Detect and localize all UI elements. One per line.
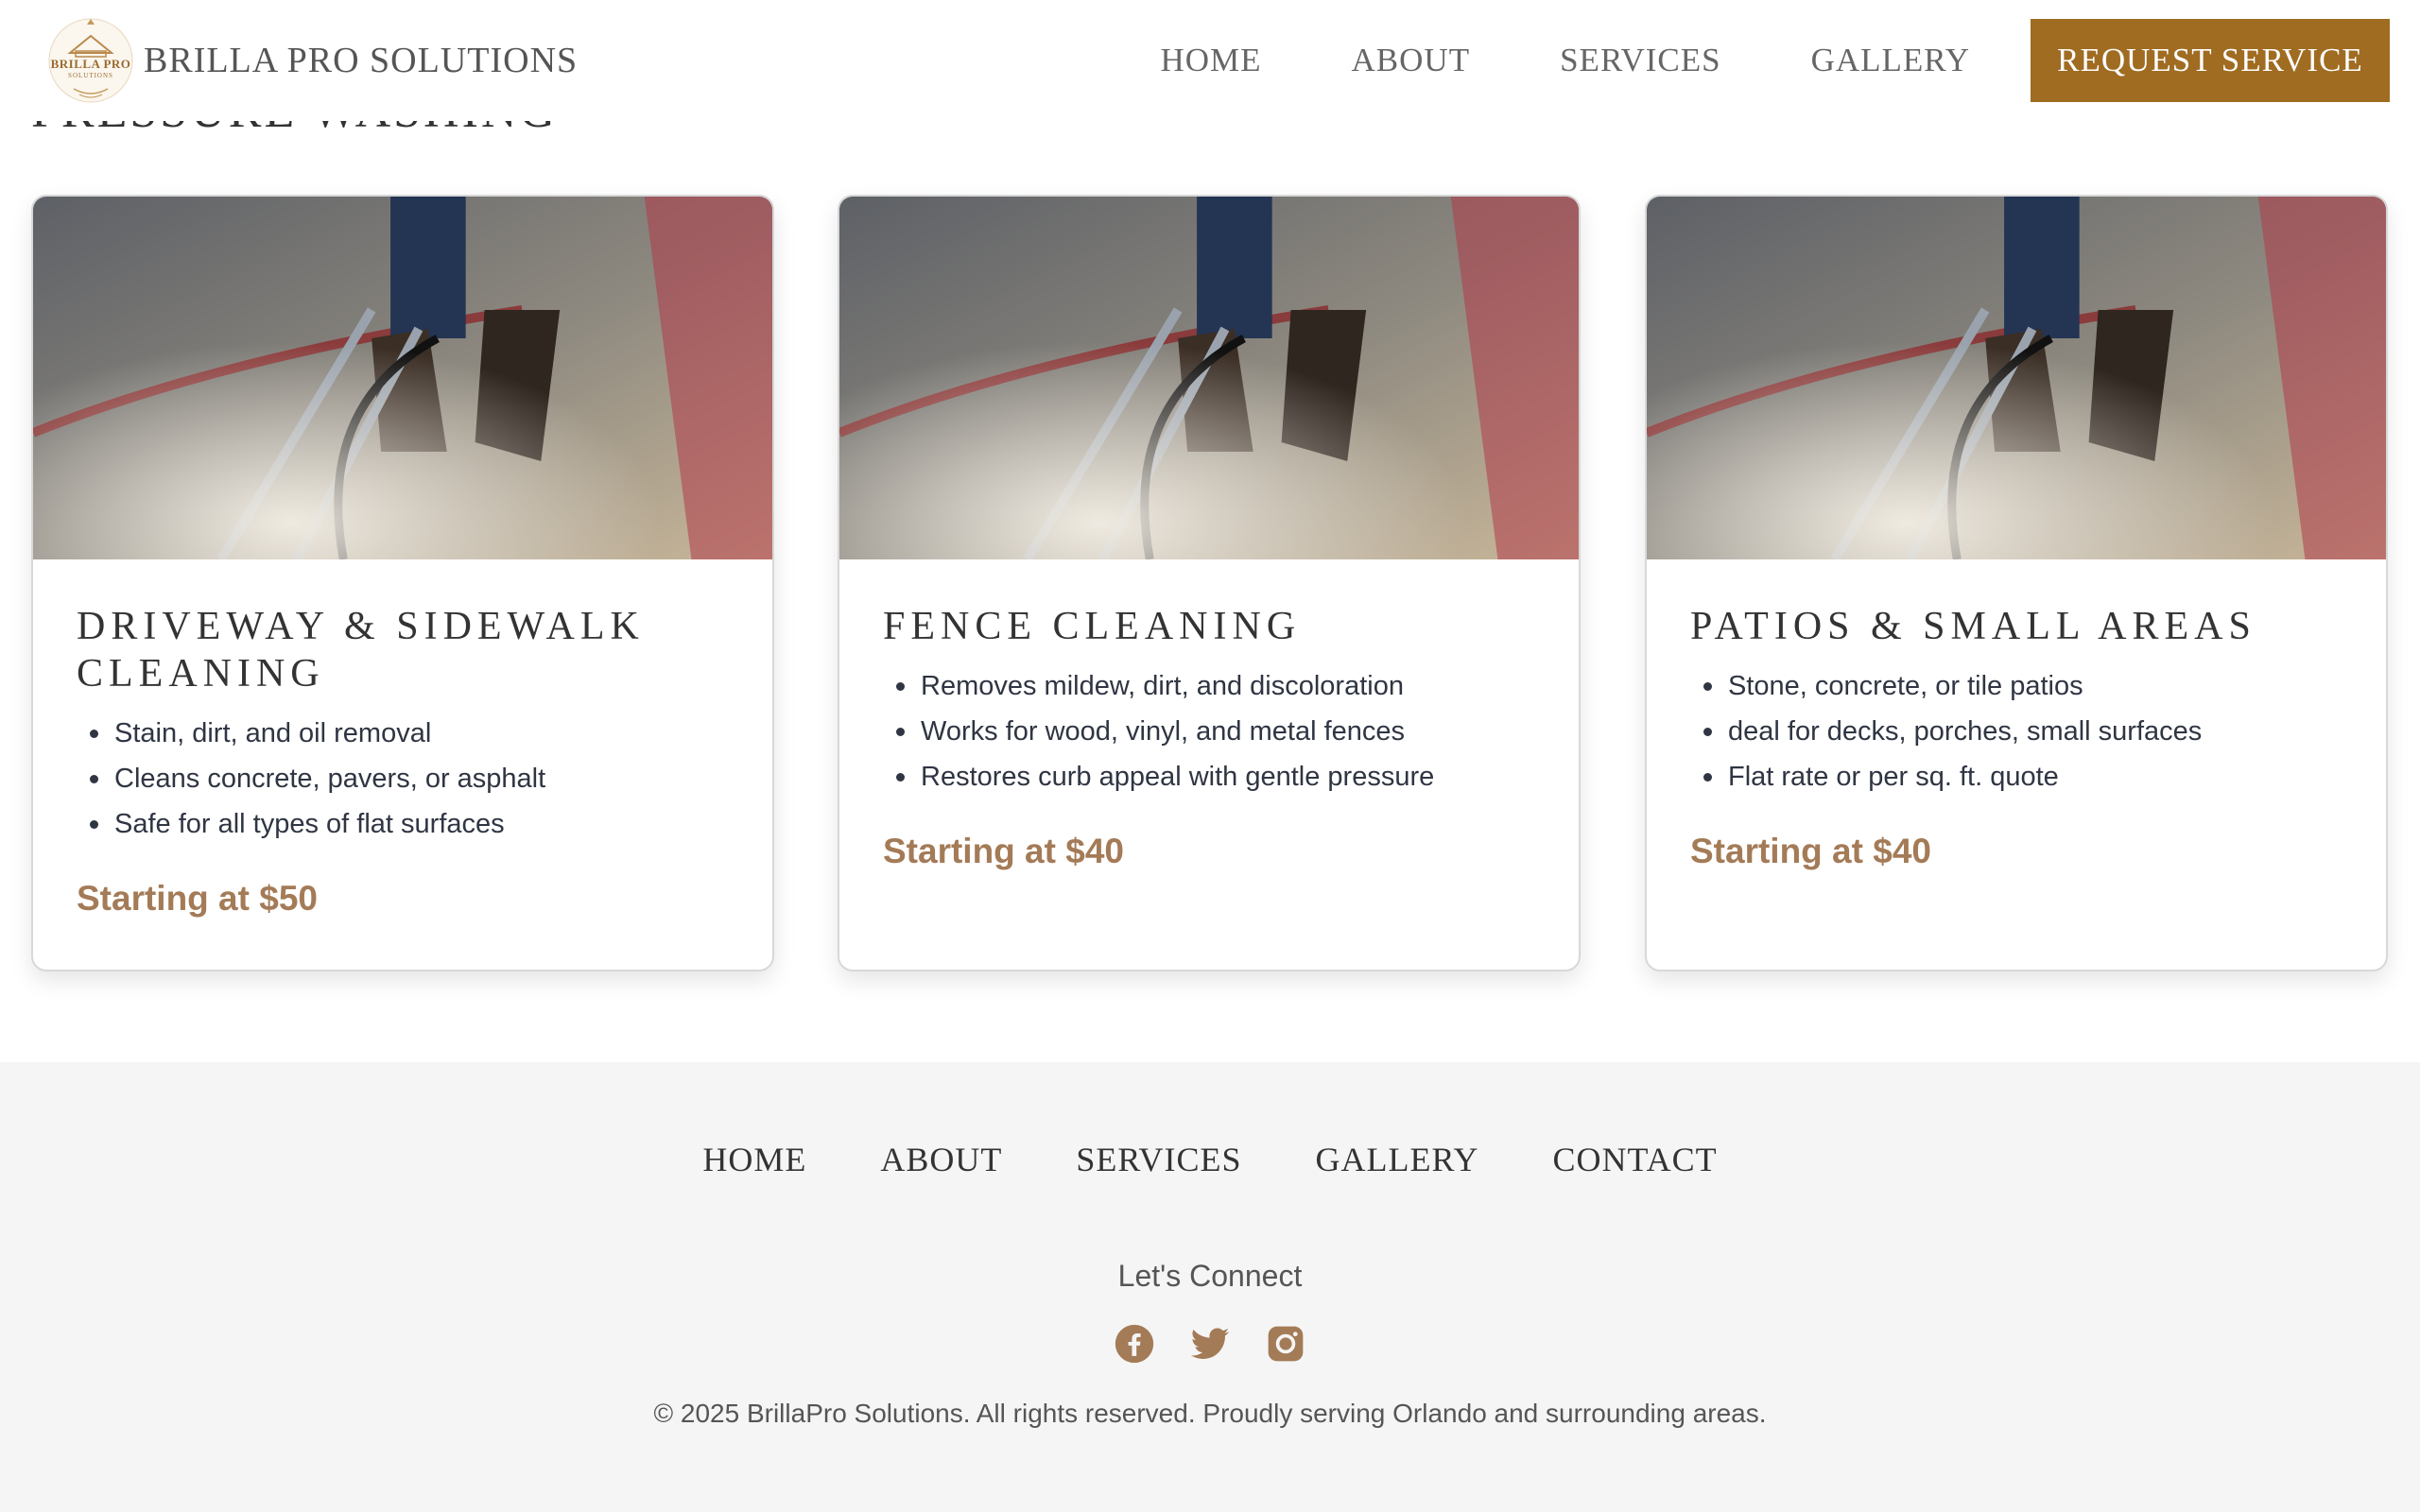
footer-link-services[interactable]: SERVICES xyxy=(1076,1140,1241,1179)
footer-nav: HOME ABOUT SERVICES GALLERY CONTACT xyxy=(0,1140,2420,1179)
card-title: PATIOS & SMALL AREAS xyxy=(1690,605,2256,648)
logo[interactable]: BRILLA PRO SOLUTIONS xyxy=(45,15,136,106)
pressure-washing-photo xyxy=(1647,197,2386,559)
request-service-button[interactable]: REQUEST SERVICE xyxy=(2031,19,2390,102)
footer-link-home[interactable]: HOME xyxy=(702,1140,806,1179)
logo-text: BRILLA PRO xyxy=(50,57,131,71)
list-item: Stone, concrete, or tile patios xyxy=(1690,663,2342,709)
list-item: Works for wood, vinyl, and metal fences xyxy=(883,709,1535,754)
list-item: Safe for all types of flat surfaces xyxy=(77,801,729,847)
feature-list: Stone, concrete, or tile patios deal for… xyxy=(1690,663,2342,799)
brand-name[interactable]: BRILLA PRO SOLUTIONS xyxy=(144,40,578,81)
footer-link-contact[interactable]: CONTACT xyxy=(1553,1140,1718,1179)
list-item: Flat rate or per sq. ft. quote xyxy=(1690,754,2342,799)
list-item: deal for decks, porches, small surfaces xyxy=(1690,709,2342,754)
footer-link-gallery[interactable]: GALLERY xyxy=(1316,1140,1479,1179)
site-header: BRILLA PRO SOLUTIONS BRILLA PRO SOLUTION… xyxy=(0,0,2420,121)
connect-label: Let's Connect xyxy=(1117,1259,1303,1293)
site-footer: HOME ABOUT SERVICES GALLERY CONTACT Let'… xyxy=(0,1062,2420,1512)
service-card-fence: FENCE CLEANING Removes mildew, dirt, and… xyxy=(838,195,1581,971)
nav-about[interactable]: ABOUT xyxy=(1352,42,1471,79)
nav-home[interactable]: HOME xyxy=(1160,42,1261,79)
list-item: Cleans concrete, pavers, or asphalt xyxy=(77,756,729,801)
facebook-icon[interactable] xyxy=(1114,1323,1155,1365)
service-card-driveway: DRIVEWAY & SIDEWALK CLEANING Stain, dirt… xyxy=(31,195,774,971)
twitter-icon[interactable] xyxy=(1189,1323,1231,1365)
copyright-text: © 2025 BrillaPro Solutions. All rights r… xyxy=(653,1399,1767,1428)
card-title: FENCE CLEANING xyxy=(883,605,1302,648)
price: Starting at $40 xyxy=(883,832,1124,870)
brand[interactable]: BRILLA PRO SOLUTIONS BRILLA PRO SOLUTION… xyxy=(45,15,578,106)
card-title: DRIVEWAY & SIDEWALK CLEANING xyxy=(77,605,645,696)
price: Starting at $40 xyxy=(1690,832,1931,870)
page: PRESSURE WASHING BRILLA PRO SOLUTIONS BR… xyxy=(0,0,2420,1512)
nav-gallery[interactable]: GALLERY xyxy=(1811,42,1970,79)
footer-link-about[interactable]: ABOUT xyxy=(880,1140,1002,1179)
service-card-patios: PATIOS & SMALL AREAS Stone, concrete, or… xyxy=(1645,195,2388,971)
social-links xyxy=(0,1323,2420,1365)
feature-list: Stain, dirt, and oil removal Cleans conc… xyxy=(77,711,729,847)
feature-list: Removes mildew, dirt, and discoloration … xyxy=(883,663,1535,799)
price: Starting at $50 xyxy=(77,879,318,918)
list-item: Removes mildew, dirt, and discoloration xyxy=(883,663,1535,709)
instagram-icon[interactable] xyxy=(1265,1323,1306,1365)
nav-services[interactable]: SERVICES xyxy=(1560,42,1721,79)
pressure-washing-photo xyxy=(33,197,772,559)
list-item: Restores curb appeal with gentle pressur… xyxy=(883,754,1535,799)
main-nav: HOME ABOUT SERVICES GALLERY REQUEST SERV… xyxy=(1160,19,2390,102)
list-item: Stain, dirt, and oil removal xyxy=(77,711,729,756)
pressure-washing-photo xyxy=(839,197,1579,559)
logo-subtext: SOLUTIONS xyxy=(68,72,113,79)
